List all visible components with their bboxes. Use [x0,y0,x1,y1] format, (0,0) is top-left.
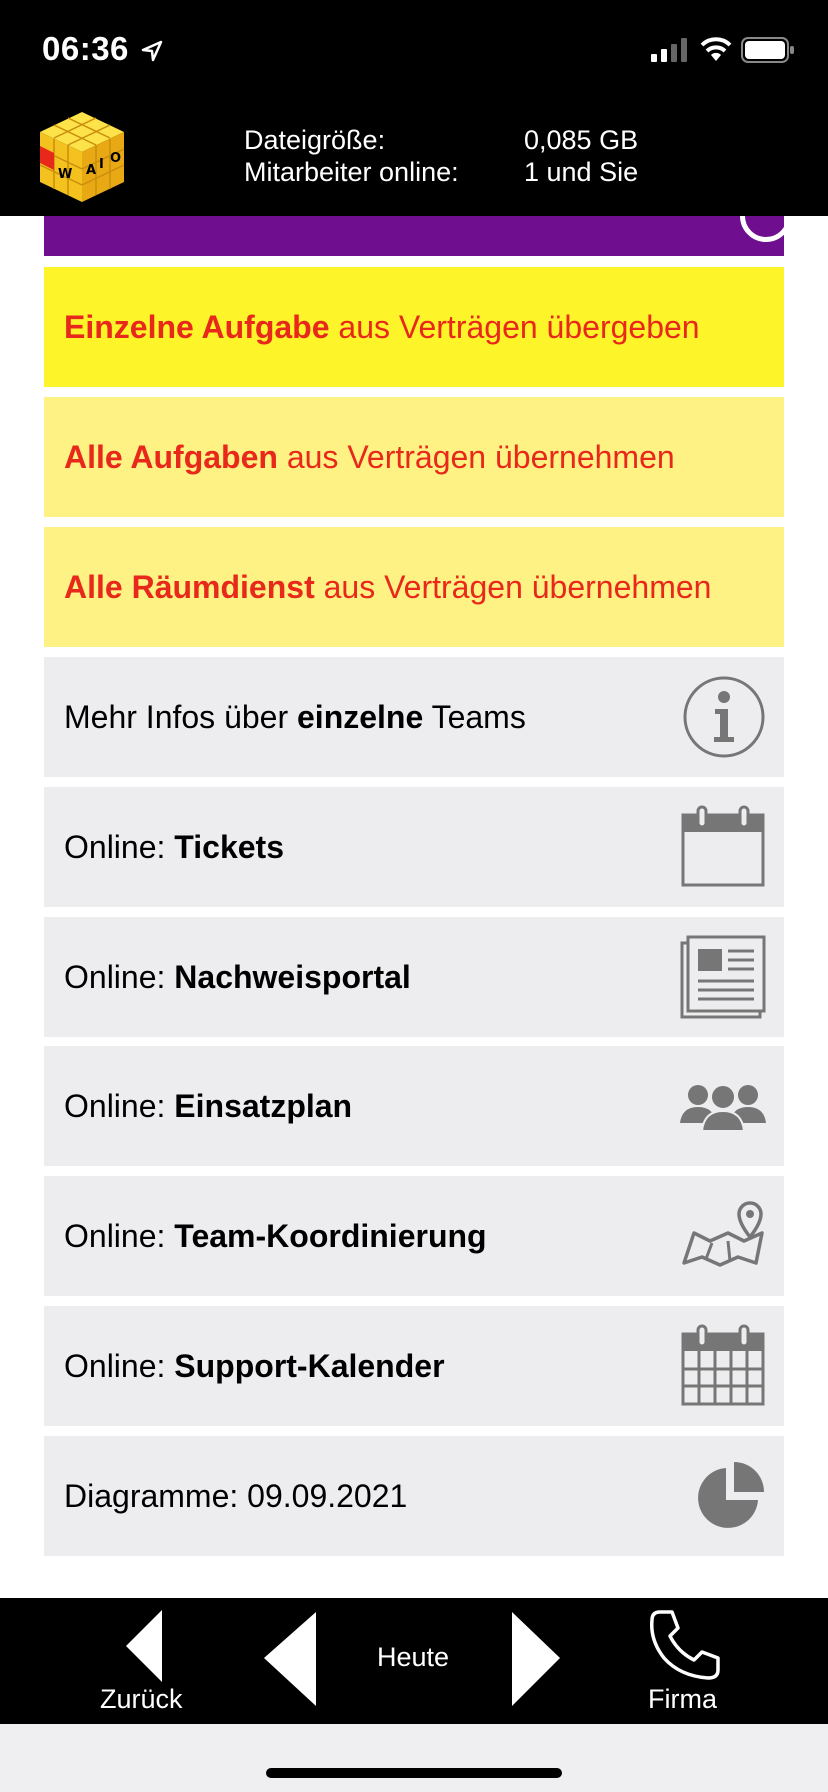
file-size-value: 0,085 GB [524,125,639,155]
circle-icon [740,216,784,242]
company-label: Firma [648,1684,717,1714]
calendar-icon [681,805,765,887]
file-size-label: Dateigröße: [244,125,386,155]
svg-text:A: A [86,163,96,178]
item-text: Mehr Infos über einzelne Teams [64,698,526,735]
item-text: Online: Einsatzplan [64,1087,353,1124]
arrow-left-icon [126,1610,162,1682]
battery-icon [741,37,794,63]
company-call-button[interactable]: Firma [636,1606,736,1718]
menu-item-tickets[interactable]: Online: Tickets [44,787,784,907]
triangle-right-icon [512,1612,560,1706]
menu-item-diagrams[interactable]: Diagramme: 09.09.2021 [44,1436,784,1556]
cellular-signal-icon [651,38,687,62]
item-text: Online: Nachweisportal [64,958,411,995]
status-time: 06:36 [42,30,129,67]
location-arrow-icon [141,40,163,62]
staff-online-label: Mitarbeiter online: [244,157,459,187]
app-header: W A I O Dateigröße: 0,085 GB Mitarbeiter… [0,100,828,216]
menu-item-deployment-plan[interactable]: Online: Einsatzplan [44,1046,784,1166]
item-text: Alle Aufgaben aus Verträgen übernehmen [64,438,675,475]
svg-text:I: I [99,157,104,172]
previous-day-button[interactable] [260,1606,320,1716]
newspaper-icon [680,935,766,1019]
bottom-navigation: Zurück Heute Firma [0,1598,828,1724]
item-text: Online: Tickets [64,828,284,865]
menu-item-single-task[interactable]: Einzelne Aufgabe aus Verträgen übergeben [44,267,784,387]
purple-menu-item[interactable] [44,216,784,256]
item-text: Diagramme: 09.09.2021 [64,1477,408,1514]
wifi-icon [700,37,732,61]
svg-text:W: W [58,167,72,182]
back-label: Zurück [100,1684,183,1714]
staff-online-value: 1 und Sie [524,157,639,187]
menu-item-all-tasks[interactable]: Alle Aufgaben aus Verträgen übernehmen [44,397,784,517]
menu-item-team-info[interactable]: Mehr Infos über einzelne Teams [44,657,784,777]
phone-icon [650,1610,720,1680]
item-text: Alle Räumdienst aus Verträgen übernehmen [64,568,712,605]
item-text: Online: Support-Kalender [64,1347,445,1384]
calendar-grid-icon [681,1324,765,1406]
info-icon [683,676,765,758]
menu-item-proof-portal[interactable]: Online: Nachweisportal [44,917,784,1037]
back-button[interactable]: Zurück [90,1606,200,1718]
menu-item-support-calendar[interactable]: Online: Support-Kalender [44,1306,784,1426]
status-bar: 06:36 [0,0,828,100]
menu-item-all-clearing[interactable]: Alle Räumdienst aus Verträgen übernehmen [44,527,784,647]
today-button[interactable]: Heute [377,1642,449,1673]
pie-chart-icon [698,1462,764,1528]
triangle-left-icon [264,1612,316,1706]
home-indicator[interactable] [266,1768,562,1778]
svg-text:O: O [110,151,121,166]
cube-logo-icon: W A I O [39,112,125,202]
item-text: Online: Team-Koordinierung [64,1217,487,1254]
map-icon [682,1201,764,1267]
group-icon [680,1084,766,1131]
next-day-button[interactable] [508,1606,568,1716]
menu-item-team-coordination[interactable]: Online: Team-Koordinierung [44,1176,784,1296]
item-text: Einzelne Aufgabe aus Verträgen übergeben [64,308,700,345]
home-indicator-area [0,1724,828,1792]
